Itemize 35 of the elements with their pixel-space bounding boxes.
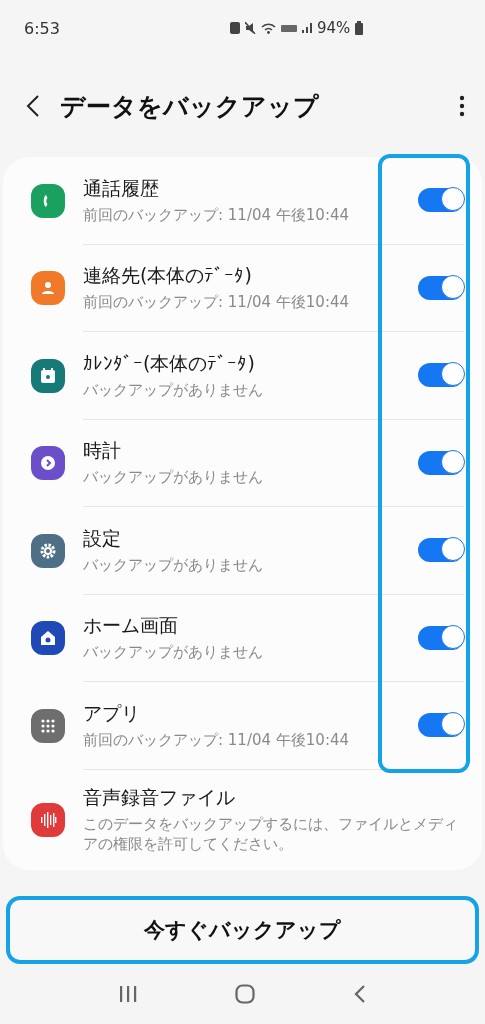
toggle-switch[interactable] — [418, 713, 464, 738]
signal-icon — [301, 23, 312, 33]
mute-icon — [244, 22, 256, 34]
battery-percent: 94% — [316, 19, 351, 37]
item-subtitle: 前回のバックアップ: 11/04 午後10:44 — [83, 204, 351, 225]
toggle-switch[interactable] — [418, 275, 464, 300]
toggle-switch[interactable] — [418, 538, 464, 563]
home-icon[interactable] — [235, 983, 256, 1004]
item-subtitle: 前回のバックアップ: 11/04 午後10:44 — [83, 729, 351, 750]
item-title: ホーム画面 — [83, 613, 179, 639]
item-title: アプリ — [83, 700, 141, 726]
item-title: 時計 — [83, 438, 122, 464]
item-title: ｶﾚﾝﾀﾞｰ(本体のﾃﾞｰﾀ) — [83, 350, 256, 376]
item-title: 通話履歴 — [83, 175, 160, 201]
toggle-switch[interactable] — [418, 625, 464, 650]
recent-apps-icon[interactable] — [119, 985, 138, 1002]
toggle-switch[interactable] — [418, 363, 464, 388]
item-subtitle: バックアップがありません — [83, 379, 264, 400]
toggle-switch[interactable] — [418, 450, 464, 475]
item-title: 設定 — [83, 525, 122, 551]
item-subtitle: バックアップがありません — [83, 642, 264, 663]
back-icon[interactable] — [26, 94, 40, 118]
item-title: 音声録音ファイル — [83, 784, 236, 810]
item-title: 連絡先(本体のﾃﾞｰﾀ) — [83, 263, 253, 289]
more-options-icon[interactable] — [459, 95, 465, 117]
page-title: データをバックアップ — [60, 90, 320, 123]
item-subtitle: バックアップがありません — [83, 467, 264, 488]
wifi-icon — [260, 22, 276, 34]
battery-icon — [355, 21, 364, 35]
status-time: 6:53 — [24, 18, 61, 38]
item-subtitle: バックアップがありません — [83, 554, 264, 575]
toggle-switch[interactable] — [418, 188, 464, 213]
backup-now-button[interactable]: 今すぐバックアップ — [6, 895, 479, 964]
item-subtitle: このデータをバックアップするには、ファイルとメディアの権限を許可してください。 — [83, 813, 459, 855]
item-subtitle: 前回のバックアップ: 11/04 午後10:44 — [83, 292, 351, 313]
